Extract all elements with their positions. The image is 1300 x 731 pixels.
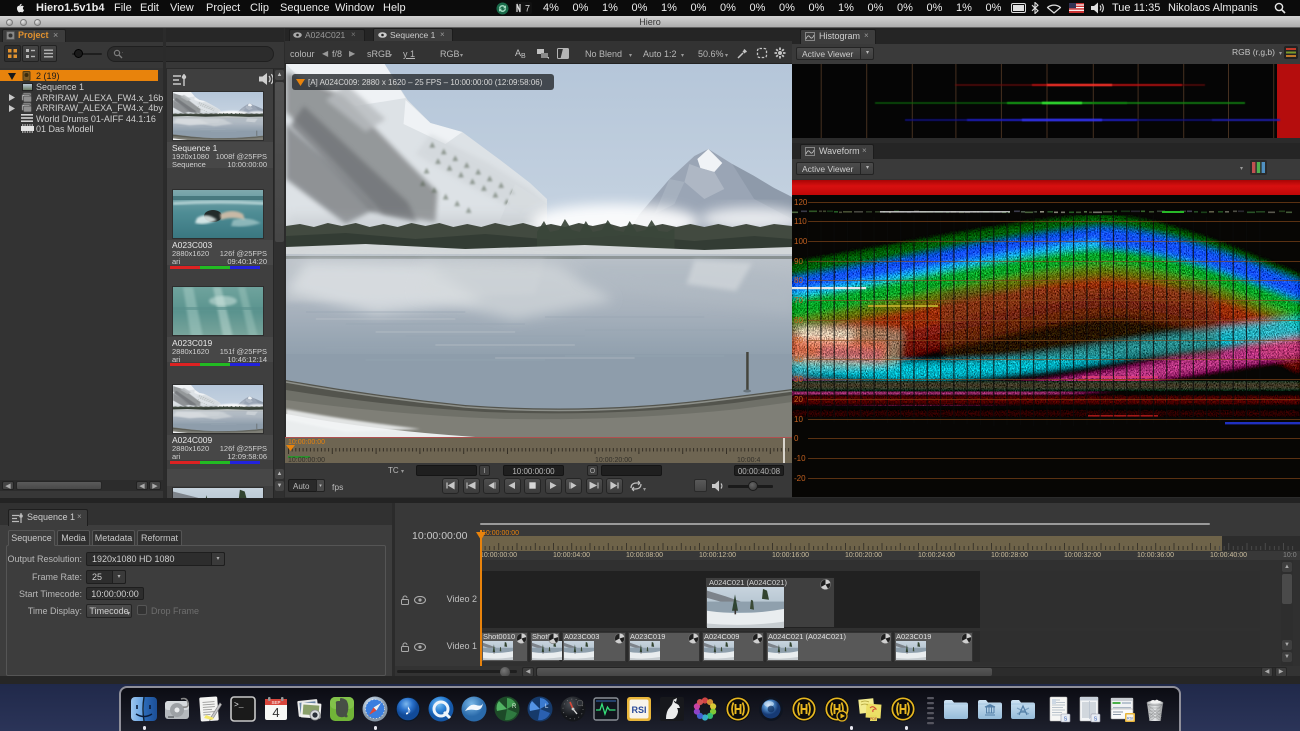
- svg-text:80: 80: [794, 276, 803, 285]
- svg-text:R: R: [512, 704, 517, 710]
- svg-text:40: 40: [794, 355, 803, 364]
- svg-text:4: 4: [272, 705, 279, 720]
- svg-text:60: 60: [794, 316, 803, 325]
- svg-text:10: 10: [794, 415, 803, 424]
- svg-text:100: 100: [794, 237, 808, 246]
- svg-text:50: 50: [794, 336, 803, 345]
- svg-text:30: 30: [794, 375, 803, 384]
- svg-text:>_: >_: [234, 701, 244, 710]
- svg-text:-20: -20: [794, 474, 806, 483]
- svg-text:S: S: [1094, 717, 1098, 723]
- svg-text:S: S: [1064, 717, 1068, 723]
- svg-text:110: 110: [794, 217, 807, 226]
- svg-text:90: 90: [794, 257, 803, 266]
- svg-text:SEP: SEP: [271, 700, 280, 705]
- svg-text:120: 120: [794, 198, 808, 207]
- svg-text:PDF: PDF: [870, 717, 877, 721]
- svg-text:♪: ♪: [405, 702, 412, 718]
- svg-text:RSI: RSI: [1127, 716, 1133, 720]
- svg-text:0: 0: [794, 434, 799, 443]
- svg-text:7: 7: [525, 4, 530, 14]
- svg-text:20: 20: [794, 395, 803, 404]
- svg-text:RSI: RSI: [631, 705, 646, 715]
- svg-text:-10: -10: [794, 454, 806, 463]
- svg-text:70: 70: [794, 296, 803, 305]
